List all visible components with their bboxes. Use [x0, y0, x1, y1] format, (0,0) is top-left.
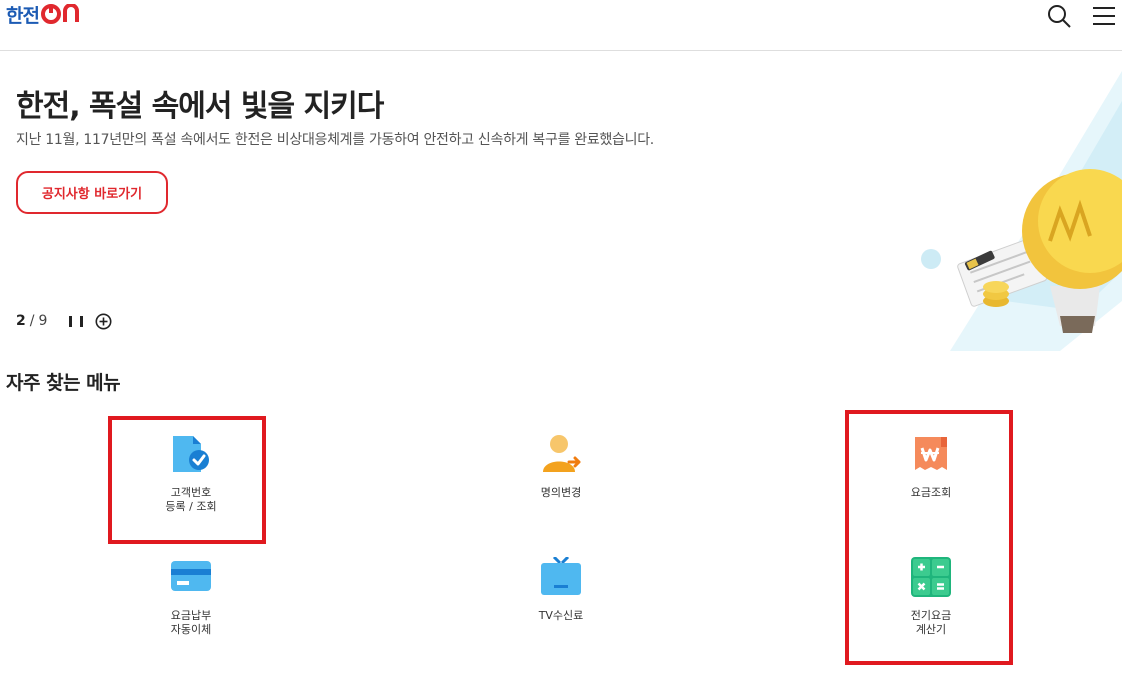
- menu-name-change[interactable]: 명의변경: [486, 434, 636, 554]
- banner-title: 한전, 폭설 속에서 빛을 지키다: [16, 89, 384, 124]
- menu-customer-number[interactable]: 고객번호 등록 / 조회: [116, 434, 266, 554]
- menu-auto-payment[interactable]: 요금납부 자동이체: [116, 557, 266, 677]
- logo-on-mark: [40, 4, 79, 24]
- won-receipt-icon: [915, 437, 947, 470]
- menu-label: 고객번호 등록 / 조회: [165, 486, 217, 513]
- menu-label: TV수신료: [538, 609, 584, 622]
- tv-icon: [541, 557, 581, 595]
- search-icon[interactable]: [1046, 3, 1072, 29]
- lightbulb-illustration: [921, 71, 1122, 351]
- menu-fee-calculator[interactable]: 전기요금 계산기: [856, 557, 1006, 677]
- main-banner: 한전, 폭설 속에서 빛을 지키다 지난 11월, 117년만의 폭설 속에서도…: [0, 51, 1122, 351]
- quick-menu-title: 자주 찾는 메뉴: [6, 372, 121, 394]
- slide-current: 2: [16, 313, 26, 329]
- banner-description: 지난 11월, 117년만의 폭설 속에서도 한전은 비상대응체계를 가동하여 …: [16, 132, 654, 148]
- menu-label: 명의변경: [540, 486, 582, 499]
- credit-card-icon: [171, 561, 211, 591]
- slide-separator: /: [29, 313, 35, 329]
- logo-text: 한전: [6, 4, 40, 27]
- plus-circle-icon[interactable]: [95, 313, 112, 330]
- menu-label: 요금조회: [910, 486, 952, 499]
- calculator-icon: [911, 557, 951, 597]
- menu-bill-inquiry[interactable]: 요금조회: [856, 434, 1006, 554]
- person-transfer-icon: [543, 435, 581, 472]
- notice-shortcut-button[interactable]: 공지사항 바로가기: [16, 171, 168, 214]
- menu-label: 전기요금 계산기: [910, 609, 952, 636]
- menu-label: 요금납부 자동이체: [170, 609, 212, 636]
- menu-tv-fee[interactable]: TV수신료: [486, 557, 636, 677]
- pause-icon[interactable]: [69, 313, 84, 329]
- hamburger-menu-icon[interactable]: [1091, 3, 1117, 29]
- slide-total: 9: [38, 313, 48, 329]
- top-header: 한전: [0, 0, 1122, 51]
- document-check-icon: [173, 436, 209, 472]
- kepco-on-logo[interactable]: 한전: [6, 3, 85, 27]
- slide-controls: 2 / 9: [16, 311, 112, 331]
